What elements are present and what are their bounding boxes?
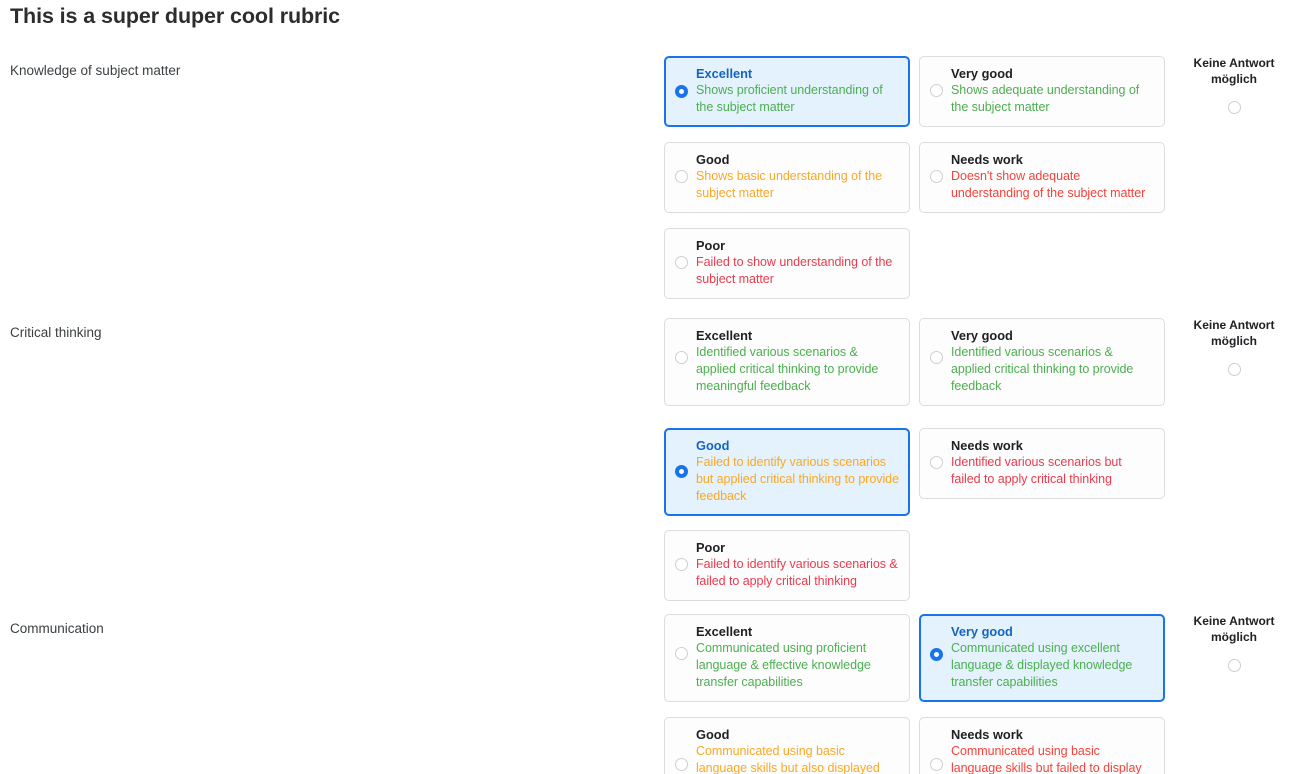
radio-button-icon[interactable] <box>930 648 943 661</box>
rating-option-description: Identified various scenarios & applied c… <box>951 344 1154 395</box>
radio-button-icon[interactable] <box>675 256 688 269</box>
radio-button-icon[interactable] <box>675 170 688 183</box>
radio-button-icon[interactable] <box>930 456 943 469</box>
rating-option-description: Communicated using basic language skills… <box>696 743 899 774</box>
rating-option-card[interactable]: Needs workDoesn't show adequate understa… <box>919 142 1165 213</box>
no-answer-option[interactable]: Keine Antwortmöglich <box>1180 614 1288 677</box>
no-answer-label-line2: möglich <box>1180 630 1288 646</box>
rating-option-title: Very good <box>951 624 1154 639</box>
criterion-label: Critical thinking <box>10 324 102 341</box>
no-answer-radio-icon[interactable] <box>1228 101 1241 114</box>
rating-option-title: Good <box>696 152 899 167</box>
rating-option-card[interactable]: PoorFailed to show understanding of the … <box>664 228 910 299</box>
rating-option-description: Identified various scenarios but failed … <box>951 454 1154 488</box>
radio-button-icon[interactable] <box>675 351 688 364</box>
rating-option-title: Excellent <box>696 624 899 639</box>
rating-option-description: Shows adequate understanding of the subj… <box>951 82 1154 116</box>
rating-option-title: Needs work <box>951 438 1154 453</box>
rubric-page: This is a super duper cool rubric Knowle… <box>0 0 1290 774</box>
rating-option-description: Shows basic understanding of the subject… <box>696 168 899 202</box>
radio-button-icon[interactable] <box>675 647 688 660</box>
rating-option-title: Needs work <box>951 152 1154 167</box>
radio-button-icon[interactable] <box>675 758 688 771</box>
rating-option-description: Doesn't show adequate understanding of t… <box>951 168 1154 202</box>
radio-button-icon[interactable] <box>675 558 688 571</box>
rating-option-title: Excellent <box>696 66 899 81</box>
rating-option-title: Poor <box>696 238 899 253</box>
rating-option-description: Failed to identify various scenarios & f… <box>696 556 899 590</box>
rating-option-description: Shows proficient understanding of the su… <box>696 82 899 116</box>
rating-option-description: Failed to identify various scenarios but… <box>696 454 899 505</box>
rating-option-card[interactable]: Very goodShows adequate understanding of… <box>919 56 1165 127</box>
rating-option-title: Poor <box>696 540 899 555</box>
no-answer-label-line2: möglich <box>1180 72 1288 88</box>
no-answer-label-line1: Keine Antwort <box>1180 56 1288 72</box>
rating-option-card[interactable]: Needs workIdentified various scenarios b… <box>919 428 1165 499</box>
criterion-label: Knowledge of subject matter <box>10 62 180 79</box>
rating-option-card[interactable]: ExcellentCommunicated using proficient l… <box>664 614 910 702</box>
rating-option-card[interactable]: Very goodCommunicated using excellent la… <box>919 614 1165 702</box>
no-answer-label-line1: Keine Antwort <box>1180 318 1288 334</box>
criterion-label: Communication <box>10 620 104 637</box>
no-answer-label-line1: Keine Antwort <box>1180 614 1288 630</box>
rating-option-card[interactable]: GoodCommunicated using basic language sk… <box>664 717 910 774</box>
rating-option-title: Excellent <box>696 328 899 343</box>
rating-option-title: Good <box>696 438 899 453</box>
rating-option-description: Identified various scenarios & applied c… <box>696 344 899 395</box>
no-answer-radio-icon[interactable] <box>1228 659 1241 672</box>
radio-button-icon[interactable] <box>930 170 943 183</box>
rating-option-title: Good <box>696 727 899 742</box>
rating-option-title: Needs work <box>951 727 1154 742</box>
rating-option-card[interactable]: ExcellentShows proficient understanding … <box>664 56 910 127</box>
rating-option-description: Communicated using proficient language &… <box>696 640 899 691</box>
radio-button-icon[interactable] <box>930 351 943 364</box>
rating-option-card[interactable]: PoorFailed to identify various scenarios… <box>664 530 910 601</box>
no-answer-label-line2: möglich <box>1180 334 1288 350</box>
page-title: This is a super duper cool rubric <box>10 4 340 29</box>
rating-option-title: Very good <box>951 328 1154 343</box>
rating-option-card[interactable]: GoodFailed to identify various scenarios… <box>664 428 910 516</box>
rating-option-description: Communicated using basic language skills… <box>951 743 1154 774</box>
rating-option-title: Very good <box>951 66 1154 81</box>
rating-option-description: Communicated using excellent language & … <box>951 640 1154 691</box>
rating-option-card[interactable]: Needs workCommunicated using basic langu… <box>919 717 1165 774</box>
radio-button-icon[interactable] <box>930 758 943 771</box>
radio-button-icon[interactable] <box>675 85 688 98</box>
rating-option-card[interactable]: GoodShows basic understanding of the sub… <box>664 142 910 213</box>
radio-button-icon[interactable] <box>930 84 943 97</box>
no-answer-option[interactable]: Keine Antwortmöglich <box>1180 318 1288 381</box>
rating-option-card[interactable]: Very goodIdentified various scenarios & … <box>919 318 1165 406</box>
radio-button-icon[interactable] <box>675 465 688 478</box>
rating-option-card[interactable]: ExcellentIdentified various scenarios & … <box>664 318 910 406</box>
rating-option-description: Failed to show understanding of the subj… <box>696 254 899 288</box>
no-answer-option[interactable]: Keine Antwortmöglich <box>1180 56 1288 119</box>
no-answer-radio-icon[interactable] <box>1228 363 1241 376</box>
